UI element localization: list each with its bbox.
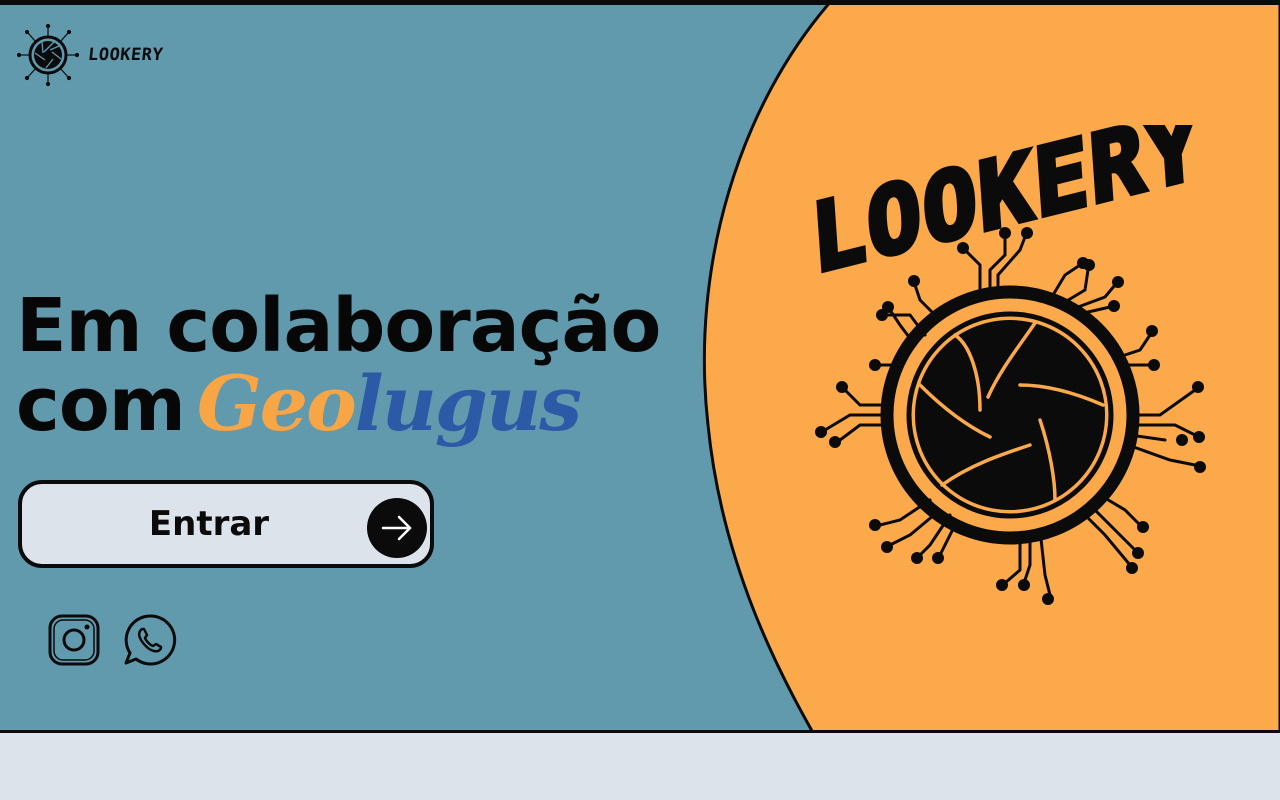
camera-aperture-icon xyxy=(815,227,1206,605)
headline: Em colaboração com Geolugus xyxy=(16,287,716,444)
whatsapp-icon[interactable] xyxy=(123,613,177,667)
partner-lugus-text: lugus xyxy=(354,359,582,448)
brand[interactable]: LOOKERY xyxy=(16,23,165,87)
hero-section: LOOKERY Em colaboração com Geolugus Entra… xyxy=(0,0,1280,733)
headline-line-2: com Geolugus xyxy=(16,365,716,445)
headline-prefix: com xyxy=(16,362,186,448)
lookery-big-logo: LOOKERY xyxy=(805,125,1208,605)
aperture-logo-icon xyxy=(16,23,80,87)
lookery-wordmark-text: LOOKERY xyxy=(808,125,1205,295)
lookery-wordmark: LOOKERY xyxy=(805,125,1207,297)
social-links xyxy=(47,613,177,667)
partner-wordmark: Geolugus xyxy=(196,359,582,448)
arrow-right-icon xyxy=(367,498,427,558)
partner-geo-text: Geo xyxy=(196,359,357,448)
brand-name: LOOKERY xyxy=(86,45,165,65)
headline-line-1: Em colaboração xyxy=(16,283,661,369)
enter-button-label: Entrar xyxy=(148,504,270,544)
enter-button[interactable]: Entrar xyxy=(18,480,434,568)
instagram-icon[interactable] xyxy=(47,613,101,667)
